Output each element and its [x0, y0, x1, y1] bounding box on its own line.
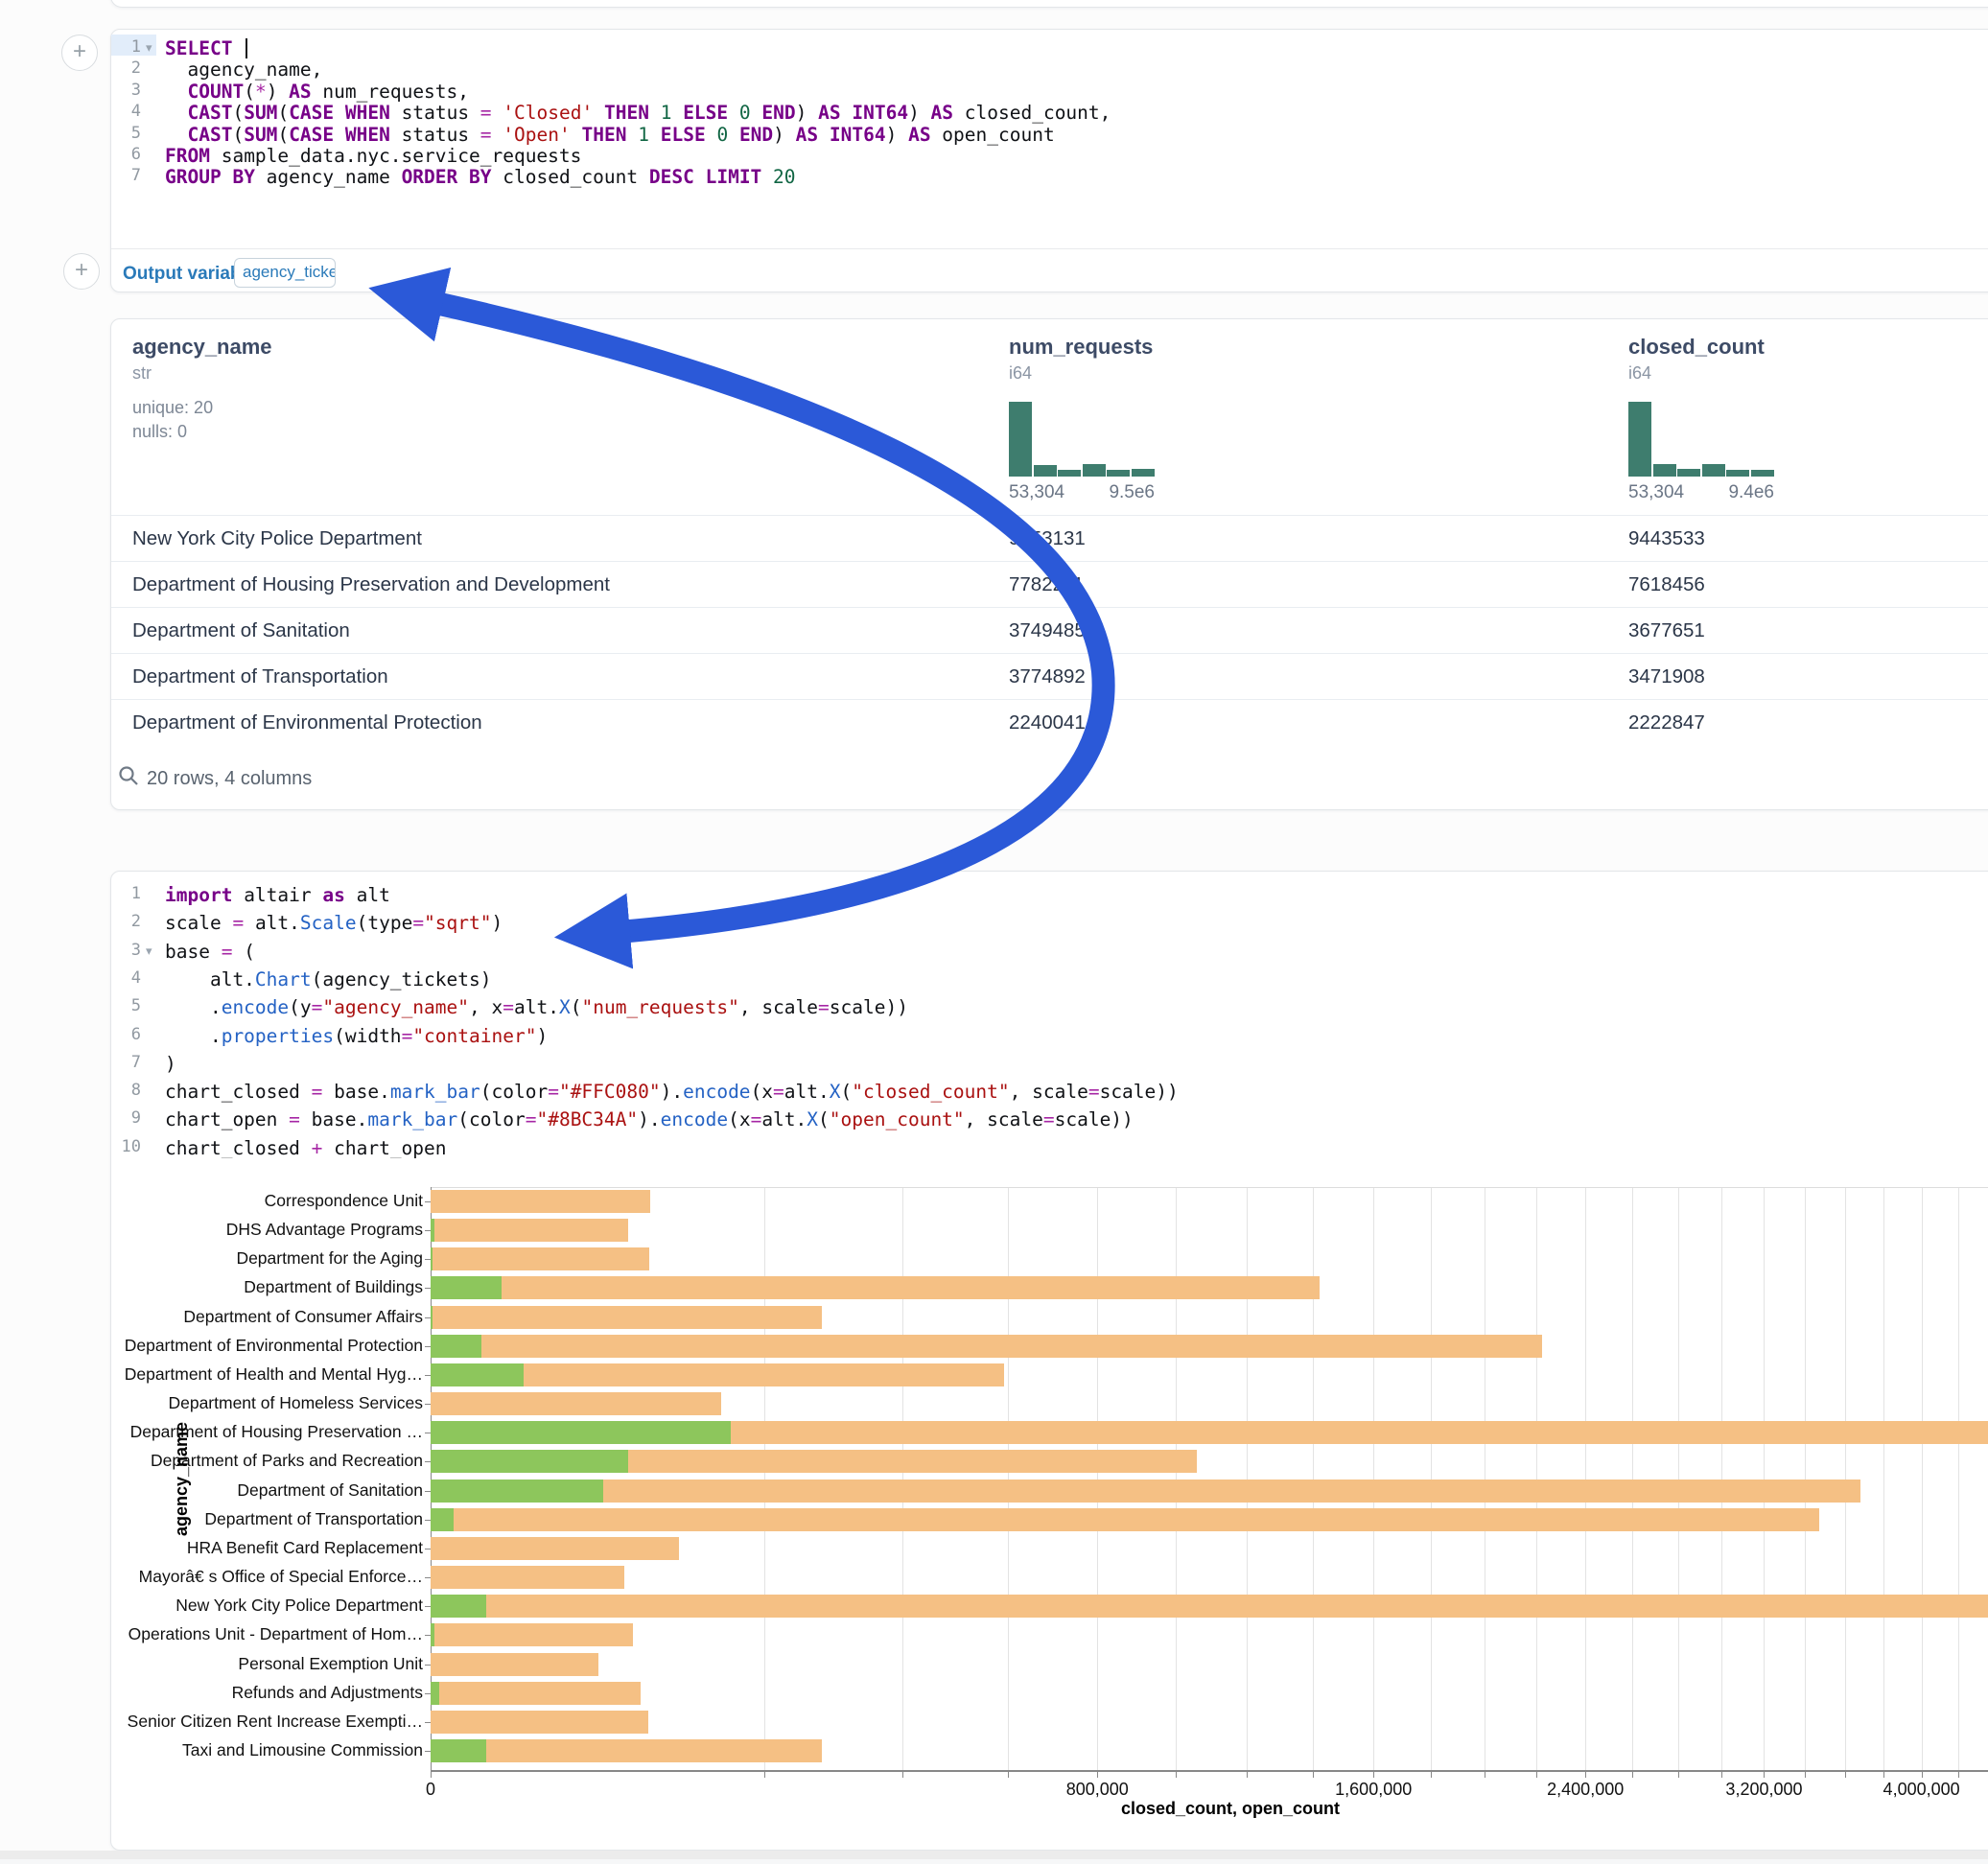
histogram-num-requests: [1009, 402, 1155, 477]
table-row[interactable]: Department of Transportation 3774892 34719…: [111, 653, 1988, 699]
table-cell: 9443533: [1628, 516, 1705, 562]
histogram-min-num-requests: 53,304: [1009, 482, 1064, 503]
table-cell: 9453131: [1009, 516, 1086, 562]
line-number: 7: [110, 1053, 141, 1072]
table-row[interactable]: Department of Environmental Protection 22…: [111, 699, 1988, 745]
histogram-max-closed-count: 9.4e6: [1686, 482, 1774, 503]
table-cell: 3471908: [1628, 654, 1705, 700]
column-stat-unique: unique: 20: [132, 398, 213, 418]
code-line: agency_name,: [165, 58, 322, 81]
table-cell: New York City Police Department: [132, 516, 422, 562]
table-row[interactable]: Department of Housing Preservation and D…: [111, 561, 1988, 607]
code-line: import altair as alt: [165, 884, 390, 906]
line-number: 6: [110, 1025, 141, 1044]
histogram-bar: [1677, 469, 1700, 477]
code-line: base = (: [165, 941, 255, 963]
code-line: scale = alt.Scale(type="sqrt"): [165, 912, 503, 934]
column-stat-nulls: nulls: 0: [132, 422, 187, 442]
code-line: chart_open = base.mark_bar(color="#8BC34…: [165, 1108, 1134, 1130]
line-number: 5: [110, 124, 141, 143]
line-number: 7: [110, 166, 141, 185]
column-type-closed-count: i64: [1628, 363, 1651, 384]
line-number: 9: [110, 1108, 141, 1128]
next-cell-edge: [0, 1859, 1988, 1864]
table-row[interactable]: New York City Police Department 9453131 94…: [111, 515, 1988, 561]
code-line: .properties(width="container"): [165, 1025, 548, 1047]
column-header-agency-name[interactable]: agency_name: [132, 335, 272, 360]
line-number: 4: [110, 968, 141, 988]
histogram-max-num-requests: 9.5e6: [1066, 482, 1155, 503]
line-number: 1: [110, 37, 141, 57]
table-cell: 3677651: [1628, 608, 1705, 654]
histogram-bar: [1058, 470, 1081, 477]
line-number: 6: [110, 145, 141, 164]
table-cell: Department of Housing Preservation and D…: [132, 562, 610, 608]
table-row[interactable]: Department of Sanitation 3749485 3677651: [111, 607, 1988, 653]
table-cell: 3774892: [1009, 654, 1086, 700]
text-cursor: [246, 38, 247, 58]
code-line: GROUP BY agency_name ORDER BY closed_cou…: [165, 166, 796, 188]
column-header-num-requests[interactable]: num_requests: [1009, 335, 1153, 360]
table-cell: 2222847: [1628, 700, 1705, 746]
table-cell: Department of Sanitation: [132, 608, 350, 654]
table-cell: 2240041: [1009, 700, 1086, 746]
code-line: chart_closed = base.mark_bar(color="#FFC…: [165, 1081, 1179, 1103]
fold-chevron-icon[interactable]: ▾: [146, 40, 152, 56]
code-line: ): [165, 1053, 176, 1075]
line-number: 8: [110, 1081, 141, 1100]
histogram-bar: [1107, 470, 1130, 477]
column-type-num-requests: i64: [1009, 363, 1032, 384]
code-line: CAST(SUM(CASE WHEN status = 'Open' THEN …: [165, 124, 1055, 146]
line-number: 10: [110, 1137, 141, 1156]
histogram-bar: [1132, 469, 1155, 477]
histogram-bar: [1034, 465, 1057, 477]
table-cell: Department of Environmental Protection: [132, 700, 482, 746]
line-number: 2: [110, 58, 141, 78]
line-number: 3: [110, 941, 141, 960]
code-line: FROM sample_data.nyc.service_requests: [165, 145, 581, 167]
page-bottom-strip: [0, 1851, 1988, 1859]
histogram-bar: [1083, 464, 1106, 477]
add-block-button-top[interactable]: +: [61, 35, 98, 71]
code-line: alt.Chart(agency_tickets): [165, 968, 491, 990]
table-cell: 3749485: [1009, 608, 1086, 654]
histogram-closed-count: [1628, 402, 1774, 477]
table-cell: Department of Transportation: [132, 654, 388, 700]
line-number: 4: [110, 102, 141, 121]
line-number: 3: [110, 81, 141, 100]
table-output: agency_name str unique: 20 nulls: 0 num_…: [110, 318, 1988, 810]
table-footer: 20 rows, 4 columns: [147, 768, 312, 790]
code-line: COUNT(*) AS num_requests,: [165, 81, 469, 103]
code-line: SELECT: [165, 37, 244, 59]
histogram-bar: [1726, 470, 1749, 477]
add-block-button-output[interactable]: +: [63, 253, 100, 290]
table-cell: 7782211: [1009, 562, 1084, 608]
code-line: .encode(y="agency_name", x=alt.X("num_re…: [165, 996, 908, 1018]
previous-cell-edge: [110, 0, 1988, 8]
line-number: 5: [110, 996, 141, 1015]
histogram-bar: [1751, 470, 1774, 477]
histogram-bar: [1702, 464, 1725, 477]
line-number: 1: [110, 884, 141, 903]
code-line: chart_closed + chart_open: [165, 1137, 447, 1158]
table-cell: 7618456: [1628, 562, 1705, 608]
histogram-bar: [1628, 402, 1651, 477]
search-icon[interactable]: [117, 764, 140, 787]
column-header-closed-count[interactable]: closed_count: [1628, 335, 1765, 360]
column-type-agency-name: str: [132, 363, 152, 384]
fold-chevron-icon[interactable]: ▾: [146, 944, 152, 959]
line-number: 2: [110, 912, 141, 931]
code-line: CAST(SUM(CASE WHEN status = 'Closed' THE…: [165, 102, 1111, 124]
histogram-min-closed-count: 53,304: [1628, 482, 1684, 503]
histogram-bar: [1009, 402, 1032, 477]
histogram-bar: [1653, 464, 1676, 477]
